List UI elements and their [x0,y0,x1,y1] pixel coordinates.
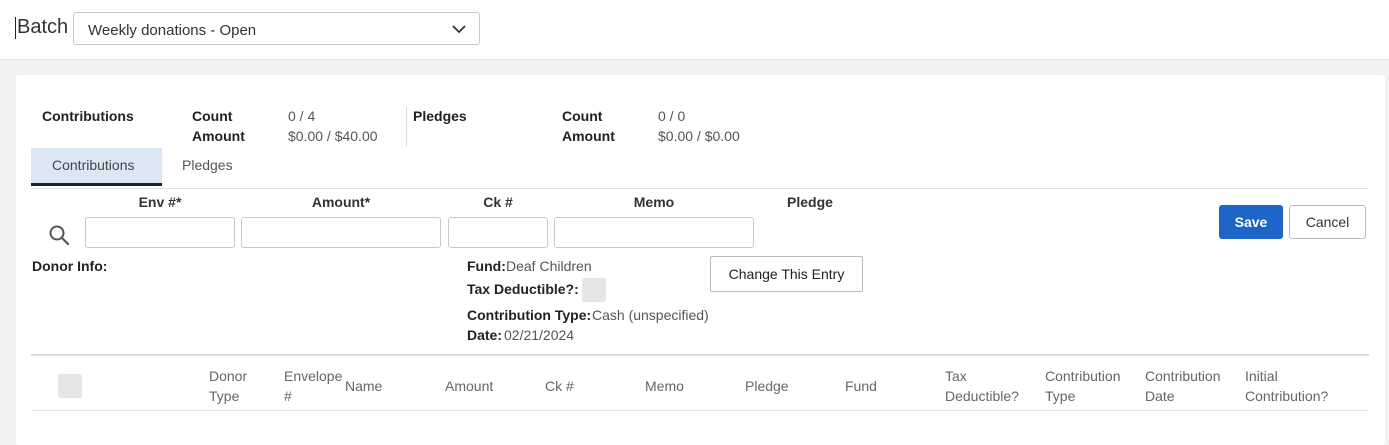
memo-input[interactable] [554,217,754,248]
env-column-header: Env #* [138,194,182,210]
batch-select-value: Weekly donations - Open [88,22,257,39]
header-contribution-date[interactable]: Contribution Date [1145,366,1221,406]
check-number-input[interactable] [448,217,548,248]
donor-info-label: Donor Info: [32,258,108,274]
header-amount[interactable]: Amount [445,376,493,396]
chevron-down-icon [452,25,466,34]
env-number-input[interactable] [85,217,235,248]
batch-select[interactable]: Weekly donations - Open [73,12,480,45]
date-label: Date: [467,327,503,343]
tab-contributions[interactable]: Contributions [31,148,162,186]
pledges-count-value: 0 / 0 [658,108,686,124]
cancel-button[interactable]: Cancel [1289,205,1366,239]
tab-pledges[interactable]: Pledges [182,157,233,173]
fund-value: Deaf Children [506,258,592,274]
memo-column-header: Memo [633,194,675,210]
pledge-column-header: Pledge [787,194,833,210]
summary-divider [406,107,407,147]
header-memo[interactable]: Memo [645,376,684,396]
date-value: 02/21/2024 [504,327,575,343]
search-icon[interactable] [48,224,70,246]
check-column-header: Ck # [483,194,513,210]
header-name[interactable]: Name [345,376,382,396]
fund-label: Fund: [467,258,506,274]
text-cursor [15,17,16,39]
header-pledge[interactable]: Pledge [745,376,789,396]
table-top-border [31,354,1369,356]
contribution-type-value: Cash (unspecified) [592,307,709,323]
header-tax-deductible[interactable]: Tax Deductible? [945,366,1019,406]
tabs-divider [31,188,1369,189]
contributions-count-value: 0 / 4 [288,108,316,124]
header-envelope[interactable]: Envelope # [284,366,342,406]
select-all-checkbox[interactable] [58,374,82,398]
tab-contributions-label: Contributions [52,157,135,173]
contribution-type-label: Contribution Type: [467,307,592,323]
pledges-amount-value: $0.00 / $0.00 [658,128,740,144]
table-header-border [31,410,1369,411]
header-fund[interactable]: Fund [845,376,877,396]
contributions-amount-label: Amount [192,128,245,144]
contributions-amount-value: $0.00 / $40.00 [288,128,378,144]
save-button[interactable]: Save [1219,205,1283,239]
amount-input[interactable] [241,217,441,248]
header-donor-type[interactable]: Donor Type [209,366,247,406]
pledges-amount-label: Amount [562,128,615,144]
change-entry-button[interactable]: Change This Entry [710,256,863,292]
header-contribution-type[interactable]: Contribution Type [1045,366,1121,406]
batch-bar: Batch Weekly donations - Open [0,0,1389,60]
tax-deductible-checkbox[interactable] [582,278,606,302]
header-initial-contribution[interactable]: Initial Contribution? [1245,366,1328,406]
amount-column-header: Amount* [311,194,371,210]
batch-label: Batch [17,16,69,38]
pledges-count-label: Count [562,108,603,124]
tax-deductible-label: Tax Deductible?: [467,281,579,297]
contributions-summary-title: Contributions [42,108,134,124]
contributions-count-label: Count [192,108,233,124]
pledges-summary-title: Pledges [413,108,467,124]
header-check[interactable]: Ck # [545,376,574,396]
